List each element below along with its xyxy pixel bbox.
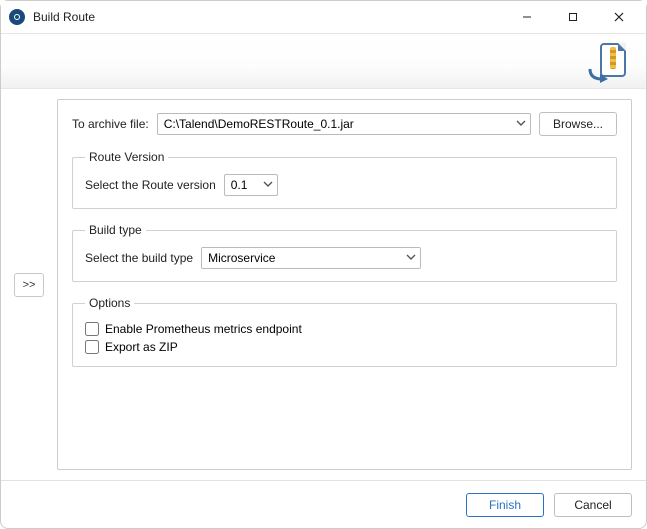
archive-file-value: C:\Talend\DemoRESTRoute_0.1.jar (164, 117, 516, 131)
options-legend: Options (85, 296, 134, 310)
enable-prometheus-checkbox[interactable] (85, 322, 99, 336)
minimize-button[interactable] (504, 1, 550, 33)
route-version-value: 0.1 (231, 178, 263, 192)
build-type-select[interactable]: Microservice (201, 247, 421, 269)
banner (1, 33, 646, 89)
route-version-select[interactable]: 0.1 (224, 174, 278, 196)
app-icon (9, 9, 25, 25)
archive-export-icon (588, 39, 632, 83)
route-version-label: Select the Route version (85, 178, 216, 192)
maximize-button[interactable] (550, 1, 596, 33)
archive-file-label: To archive file: (72, 117, 149, 131)
chevron-down-icon (406, 251, 416, 265)
options-group: Options Enable Prometheus metrics endpoi… (72, 296, 617, 367)
route-version-legend: Route Version (85, 150, 168, 164)
route-version-group: Route Version Select the Route version 0… (72, 150, 617, 209)
footer: Finish Cancel (1, 480, 646, 528)
archive-file-combo[interactable]: C:\Talend\DemoRESTRoute_0.1.jar (157, 113, 531, 135)
export-as-zip-label: Export as ZIP (105, 340, 178, 354)
finish-button[interactable]: Finish (466, 493, 544, 517)
cancel-button[interactable]: Cancel (554, 493, 632, 517)
build-type-value: Microservice (208, 251, 406, 265)
build-type-group: Build type Select the build type Microse… (72, 223, 617, 282)
titlebar: Build Route (1, 1, 646, 33)
browse-button[interactable]: Browse... (539, 112, 617, 136)
build-type-label: Select the build type (85, 251, 193, 265)
expand-left-panel-button[interactable]: >> (14, 273, 44, 297)
content-panel: To archive file: C:\Talend\DemoRESTRoute… (57, 99, 632, 470)
chevron-down-icon (516, 117, 526, 131)
export-as-zip-checkbox[interactable] (85, 340, 99, 354)
build-type-legend: Build type (85, 223, 146, 237)
window-title: Build Route (33, 10, 95, 24)
close-button[interactable] (596, 1, 642, 33)
enable-prometheus-label: Enable Prometheus metrics endpoint (105, 322, 302, 336)
chevron-down-icon (263, 178, 273, 192)
